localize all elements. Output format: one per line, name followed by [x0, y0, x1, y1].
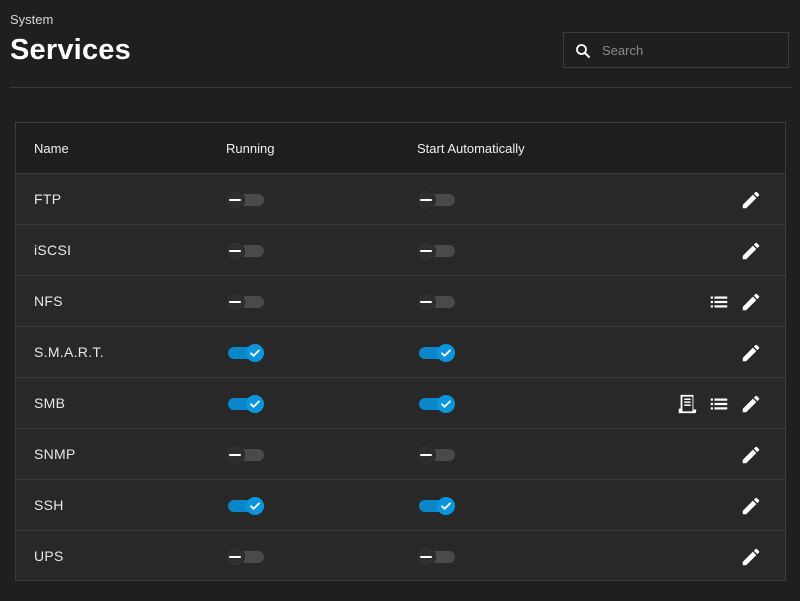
toggle-knob	[226, 548, 244, 566]
table-row: UPS	[16, 531, 785, 582]
toggle-knob	[417, 446, 435, 464]
page-title: Services	[10, 34, 131, 66]
start-automatically-toggle[interactable]	[417, 446, 455, 464]
header-divider	[10, 87, 791, 88]
search-input[interactable]	[602, 33, 782, 67]
running-toggle[interactable]	[226, 548, 264, 566]
service-name: iSCSI	[34, 242, 72, 258]
check-icon	[250, 349, 260, 357]
table-header: Name Running Start Automatically	[16, 123, 785, 174]
running-toggle[interactable]	[226, 191, 264, 209]
edit-pencil-icon[interactable]	[740, 291, 762, 313]
check-icon	[441, 502, 451, 510]
service-name: SSH	[34, 497, 64, 513]
check-icon	[441, 349, 451, 357]
toggle-knob	[417, 293, 435, 311]
column-header-running[interactable]: Running	[226, 141, 274, 156]
toggle-knob	[437, 497, 455, 515]
toggle-knob	[417, 242, 435, 260]
search-box[interactable]	[563, 32, 789, 68]
logs-receipt-icon[interactable]	[676, 393, 698, 415]
start-automatically-toggle[interactable]	[417, 191, 455, 209]
running-toggle[interactable]	[226, 395, 264, 413]
running-toggle[interactable]	[226, 446, 264, 464]
list-icon[interactable]	[708, 393, 730, 415]
services-page: System Services Name Running Start Autom…	[0, 0, 800, 601]
table-row: NFS	[16, 276, 785, 327]
check-icon	[250, 400, 260, 408]
start-automatically-toggle[interactable]	[417, 242, 455, 260]
edit-pencil-icon[interactable]	[740, 393, 762, 415]
toggle-knob	[246, 344, 264, 362]
check-icon	[250, 502, 260, 510]
edit-pencil-icon[interactable]	[740, 342, 762, 364]
toggle-knob	[226, 242, 244, 260]
service-name: UPS	[34, 548, 64, 564]
toggle-knob	[417, 191, 435, 209]
start-automatically-toggle[interactable]	[417, 344, 455, 362]
check-icon	[441, 400, 451, 408]
service-name: S.M.A.R.T.	[34, 344, 104, 360]
toggle-knob	[226, 446, 244, 464]
table-row: S.M.A.R.T.	[16, 327, 785, 378]
service-name: SMB	[34, 395, 66, 411]
running-toggle[interactable]	[226, 293, 264, 311]
service-name: SNMP	[34, 446, 76, 462]
start-automatically-toggle[interactable]	[417, 395, 455, 413]
start-automatically-toggle[interactable]	[417, 497, 455, 515]
edit-pencil-icon[interactable]	[740, 495, 762, 517]
table-row: SMB	[16, 378, 785, 429]
start-automatically-toggle[interactable]	[417, 293, 455, 311]
toggle-knob	[246, 497, 264, 515]
toggle-knob	[437, 395, 455, 413]
service-name: NFS	[34, 293, 63, 309]
services-table: Name Running Start Automatically FTP iSCS…	[15, 122, 786, 581]
column-header-name[interactable]: Name	[34, 141, 69, 156]
search-icon	[576, 44, 590, 58]
running-toggle[interactable]	[226, 242, 264, 260]
running-toggle[interactable]	[226, 497, 264, 515]
toggle-knob	[417, 548, 435, 566]
table-row: SSH	[16, 480, 785, 531]
edit-pencil-icon[interactable]	[740, 189, 762, 211]
toggle-knob	[437, 344, 455, 362]
toggle-knob	[246, 395, 264, 413]
breadcrumb[interactable]: System	[10, 12, 53, 27]
toggle-knob	[226, 293, 244, 311]
running-toggle[interactable]	[226, 344, 264, 362]
table-row: FTP	[16, 174, 785, 225]
table-row: SNMP	[16, 429, 785, 480]
toggle-knob	[226, 191, 244, 209]
list-icon[interactable]	[708, 291, 730, 313]
edit-pencil-icon[interactable]	[740, 240, 762, 262]
table-row: iSCSI	[16, 225, 785, 276]
service-name: FTP	[34, 191, 62, 207]
column-header-start-automatically[interactable]: Start Automatically	[417, 141, 525, 156]
start-automatically-toggle[interactable]	[417, 548, 455, 566]
edit-pencil-icon[interactable]	[740, 444, 762, 466]
edit-pencil-icon[interactable]	[740, 546, 762, 568]
